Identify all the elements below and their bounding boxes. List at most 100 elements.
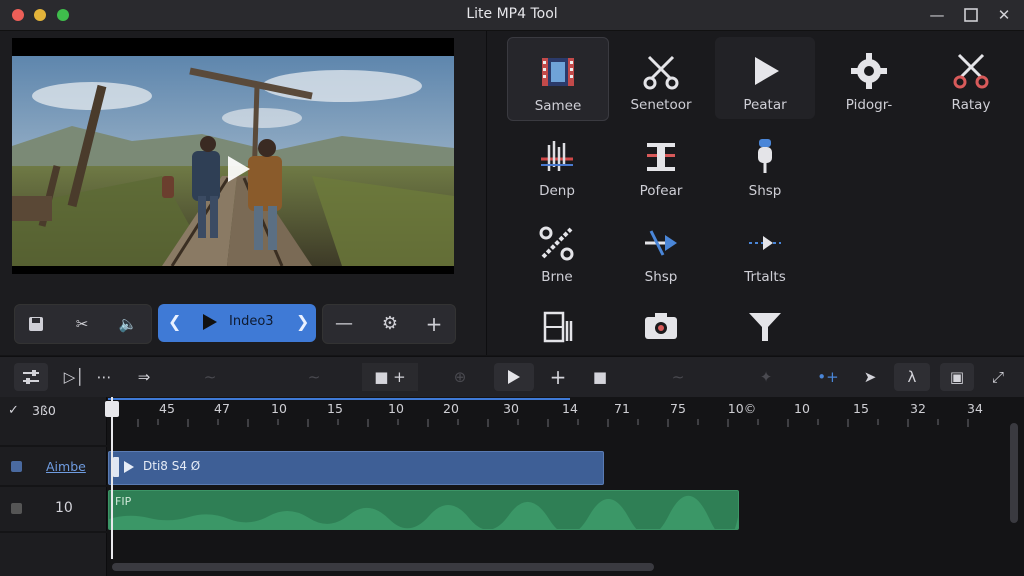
tool-shsp-mic[interactable]: Shsp: [715, 123, 815, 205]
ripple-icon[interactable]: ⇒: [130, 363, 158, 391]
ruler-tick-label: 34: [967, 401, 983, 416]
film-strip-icon: [542, 58, 574, 86]
maximize-icon[interactable]: [960, 4, 982, 26]
gear-icon[interactable]: ⚙: [377, 311, 403, 337]
cut-tool-icon: [539, 226, 574, 261]
timeline-play-icon[interactable]: [494, 363, 534, 391]
tool-trtalts[interactable]: Trtalts: [715, 209, 815, 291]
stop-icon[interactable]: ■: [586, 363, 614, 391]
track-color-swatch: [11, 461, 22, 472]
zoom-controls: — ⚙ +: [322, 304, 456, 344]
tool-ratay[interactable]: Ratay: [921, 37, 1021, 119]
tool-senetoor[interactable]: Senetoor: [611, 37, 711, 119]
tool-pofear[interactable]: Pofear: [611, 123, 711, 205]
playback-label: Indeo3: [229, 314, 274, 329]
disabled-tool-3-icon: ∼: [671, 368, 685, 386]
track-header-audio[interactable]: 10: [0, 487, 107, 531]
horizontal-scrollbar[interactable]: [112, 563, 654, 571]
tool-filter[interactable]: [715, 293, 815, 349]
ruler-tick-label: 10: [271, 401, 287, 416]
tool-peatar[interactable]: Peatar: [715, 37, 815, 119]
timeline-plus-icon[interactable]: +: [544, 363, 572, 391]
tool-trim[interactable]: [507, 293, 607, 349]
ruler-tick-label: 30: [503, 401, 519, 416]
clip-label: Dti8 S4 Ø: [143, 459, 201, 473]
tool-camera[interactable]: [611, 293, 711, 349]
scissors-icon: [643, 55, 679, 90]
track-name: 10: [55, 500, 73, 516]
time-ruler[interactable]: 45 47 10 15 10 20 30 14 71 75 10© 10 15 …: [108, 397, 1008, 437]
transition-icon: [749, 236, 781, 250]
title-bar: Lite MP4 Tool — ✕: [0, 0, 1024, 31]
playhead[interactable]: [105, 397, 119, 559]
track-header-empty: [0, 533, 107, 576]
crop-icon[interactable]: ▣: [940, 363, 974, 391]
clip-play-icon: [123, 459, 135, 478]
ruler-tick-label: 45: [159, 401, 175, 416]
tool-denp[interactable]: Denp: [507, 123, 607, 205]
track-color-swatch: [11, 503, 22, 514]
disabled-tool-4-icon: ✦: [759, 368, 773, 386]
timeline-header: ✓ 3ß0: [0, 397, 107, 445]
edit-controls: ✂ 🔈: [14, 304, 152, 344]
previous-icon[interactable]: ❮: [168, 312, 181, 331]
scissors-icon[interactable]: ✂: [69, 311, 95, 337]
marker-in-icon[interactable]: ▷│: [60, 363, 88, 391]
tool-shsp-split[interactable]: Shsp: [611, 209, 711, 291]
vertical-scrollbar[interactable]: [1010, 423, 1018, 523]
play-icon: [755, 57, 779, 85]
disabled-tool-2-icon: ∼: [307, 368, 321, 386]
track-header-video[interactable]: Aimbe: [0, 447, 107, 485]
audio-clip[interactable]: FIP: [108, 490, 739, 530]
more-icon[interactable]: ⋯: [90, 363, 118, 391]
video-preview[interactable]: [12, 38, 454, 274]
play-icon[interactable]: [202, 313, 218, 335]
video-clip[interactable]: Dti8 S4 Ø: [108, 451, 604, 485]
ruler-tick-label: 71: [614, 401, 630, 416]
timeline: ✓ 3ß0 Aimbe 10 45 47 10 15 10 20 30 14 7…: [0, 397, 1024, 576]
tools-panel: Samee Senetoor Peatar Pidogr- Ratay Denp…: [486, 31, 1024, 355]
ruler-tick-label: 15: [327, 401, 343, 416]
clip-handle[interactable]: [113, 457, 119, 477]
window-title: Lite MP4 Tool: [466, 6, 558, 22]
split-icon: ⊕: [453, 368, 467, 386]
ruler-tick-label: 10©: [727, 401, 757, 416]
waveform-icon: [541, 141, 573, 171]
audio-waveform: [109, 495, 738, 529]
minimize-icon[interactable]: —: [926, 4, 948, 26]
ruler-tick-label: 10: [794, 401, 810, 416]
preview-play-icon[interactable]: [226, 155, 252, 187]
ruler-tick-label: 20: [443, 401, 459, 416]
ruler-tick-label: 32: [910, 401, 926, 416]
track-name[interactable]: Aimbe: [46, 459, 86, 474]
tool-samee[interactable]: Samee: [507, 37, 609, 121]
close-icon[interactable]: ✕: [993, 4, 1015, 26]
microphone-icon: [758, 139, 772, 173]
arrow-split-icon: [645, 230, 677, 256]
keyframe-icon[interactable]: •+: [814, 363, 842, 391]
ruler-tick-label: 15: [853, 401, 869, 416]
timeline-toolbar: ▷│ ⋯ ⇒ ∼ ∼ ■ + ⊕ + ■ ∼ ✦ •+ ➤ λ ▣ ⤢: [0, 356, 1024, 398]
minus-icon[interactable]: —: [331, 311, 357, 337]
next-icon[interactable]: ❯: [296, 312, 309, 331]
trim-icon: [543, 311, 573, 343]
tool-brne[interactable]: Brne: [507, 209, 607, 291]
marker-icon[interactable]: ✓: [8, 403, 19, 418]
preview-panel: ✂ 🔈 ❮ Indeo3 ❯ — ⚙ +: [0, 31, 486, 355]
align-icon: [647, 143, 675, 171]
select-tool-icon[interactable]: λ: [894, 363, 930, 391]
volume-icon[interactable]: 🔈: [115, 311, 141, 337]
arrow-right-icon[interactable]: ➤: [856, 363, 884, 391]
scissors-red-icon: [953, 53, 989, 89]
filter-icon: [749, 313, 781, 341]
playhead-handle[interactable]: [105, 401, 119, 417]
ruler-tick-label: 47: [214, 401, 230, 416]
add-clip-icon[interactable]: ■ +: [362, 363, 418, 391]
settings-sliders-icon[interactable]: [14, 363, 48, 391]
timeline-header-label: 3ß0: [32, 403, 56, 418]
plus-icon[interactable]: +: [421, 311, 447, 337]
fullscreen-icon[interactable]: ⤢: [984, 363, 1012, 391]
save-icon[interactable]: [23, 311, 49, 337]
ruler-tick-label: 75: [670, 401, 686, 416]
tool-pidogr[interactable]: Pidogr-: [819, 37, 919, 119]
